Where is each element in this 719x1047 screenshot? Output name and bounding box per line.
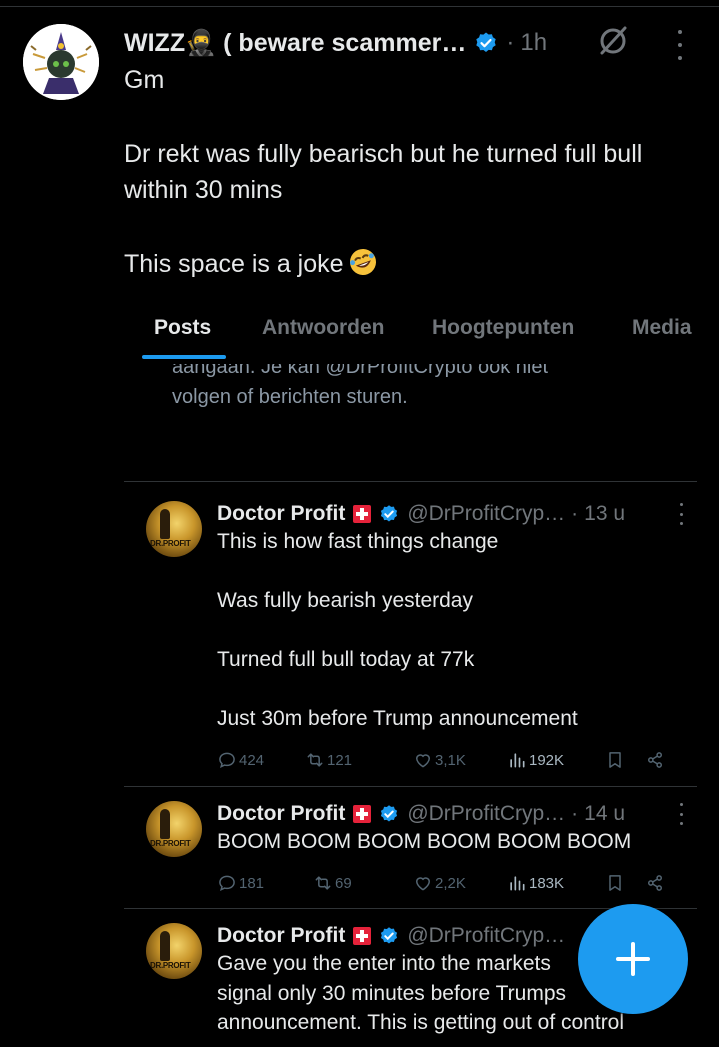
bookmark-button[interactable] bbox=[605, 873, 627, 893]
repost-icon bbox=[307, 753, 323, 767]
list-item[interactable]: DR.PROFIT Doctor Profit @DrProfitCryp… ·… bbox=[140, 499, 697, 779]
author-name[interactable]: Doctor Profit bbox=[217, 502, 345, 526]
reply-count: 181 bbox=[239, 874, 265, 892]
tweet-header: Doctor Profit @DrProfitCryp… · 14 u bbox=[217, 799, 697, 829]
repost-button[interactable]: 121 bbox=[305, 750, 352, 770]
bookmark-button[interactable] bbox=[605, 750, 627, 770]
verified-badge-icon bbox=[474, 31, 498, 55]
reply-button[interactable]: 181 bbox=[217, 873, 264, 893]
tweet-actions: 181 69 2,2K 183K bbox=[217, 870, 697, 896]
author-name[interactable]: WIZZ🥷 ( beware scammer… bbox=[124, 29, 466, 58]
share-icon bbox=[648, 752, 662, 768]
heart-icon bbox=[415, 754, 431, 768]
tweet-header: Doctor Profit @DrProfitCryp… · 13 u bbox=[217, 499, 697, 529]
share-button[interactable] bbox=[645, 873, 667, 893]
author-handle[interactable]: @DrProfitCryp… bbox=[407, 924, 565, 948]
notice-line-2: volgen of berichten sturen. bbox=[172, 386, 408, 408]
avatar[interactable] bbox=[23, 24, 99, 100]
grok-icon[interactable] bbox=[596, 24, 630, 58]
author-handle[interactable]: @DrProfitCryp… bbox=[407, 502, 565, 526]
tweet-text: BOOM BOOM BOOM BOOM BOOM BOOM bbox=[217, 827, 687, 857]
like-count: 2,2K bbox=[435, 874, 466, 892]
heart-icon bbox=[415, 877, 431, 891]
avatar[interactable]: DR.PROFIT bbox=[146, 923, 202, 979]
post-time[interactable]: 13 u bbox=[584, 502, 625, 526]
post-time[interactable]: 1h bbox=[520, 29, 547, 57]
time-separator: · bbox=[571, 502, 579, 525]
author-name[interactable]: Doctor Profit bbox=[217, 924, 345, 948]
views-button[interactable]: 183K bbox=[507, 873, 564, 893]
views-chart-icon bbox=[510, 876, 525, 891]
divider bbox=[124, 786, 697, 787]
reply-button[interactable]: 424 bbox=[217, 750, 264, 770]
like-button[interactable]: 3,1K bbox=[413, 750, 466, 770]
tweet-actions: 424 121 3,1K 192K bbox=[217, 747, 697, 773]
notice-clip: aangaan. Je kan @DrProfitCrypto ook niet… bbox=[0, 364, 719, 444]
tweet-line: BOOM BOOM BOOM BOOM BOOM BOOM bbox=[217, 830, 632, 853]
tweet-line: This is how fast things change bbox=[217, 530, 499, 553]
reply-icon bbox=[219, 752, 235, 769]
tweet-line: Turned full bull today at 77k bbox=[217, 648, 475, 671]
more-options-icon[interactable] bbox=[671, 503, 691, 525]
tweet-line: Just 30m before Trump announcement bbox=[217, 707, 578, 730]
tab-highlights[interactable]: Hoogtepunten bbox=[432, 316, 574, 340]
tweet-line: announcement. This is getting out of con… bbox=[217, 1011, 625, 1034]
share-icon bbox=[648, 875, 662, 891]
time-separator: · bbox=[571, 802, 579, 825]
verified-badge-icon bbox=[379, 926, 399, 946]
repost-count: 69 bbox=[335, 874, 352, 892]
active-tab-indicator bbox=[142, 355, 226, 359]
rolling-laughing-emoji-icon bbox=[348, 247, 378, 277]
top-divider bbox=[0, 6, 719, 7]
views-count: 183K bbox=[529, 874, 565, 892]
post-time[interactable]: 14 u bbox=[584, 802, 625, 826]
bookmark-icon bbox=[609, 752, 621, 768]
notice-line-1: aangaan. Je kan @DrProfitCrypto ook niet bbox=[172, 364, 549, 378]
views-chart-icon bbox=[510, 753, 525, 768]
views-count: 192K bbox=[529, 751, 565, 769]
verified-badge-icon bbox=[379, 804, 399, 824]
repost-button[interactable]: 69 bbox=[313, 873, 352, 893]
swiss-flag-icon bbox=[353, 805, 372, 823]
bookmark-icon bbox=[609, 875, 621, 891]
tweet-line-3: This space is a joke bbox=[124, 246, 684, 282]
tab-posts[interactable]: Posts bbox=[154, 316, 211, 340]
tab-replies[interactable]: Antwoorden bbox=[262, 316, 384, 340]
avatar[interactable]: DR.PROFIT bbox=[146, 501, 202, 557]
reply-icon bbox=[219, 875, 235, 892]
like-count: 3,1K bbox=[435, 751, 466, 769]
repost-count: 121 bbox=[327, 751, 353, 769]
profile-tabs: Posts Antwoorden Hoogtepunten Media bbox=[0, 308, 719, 364]
author-name[interactable]: Doctor Profit bbox=[217, 802, 345, 826]
share-button[interactable] bbox=[645, 750, 667, 770]
tweet-text: Gm Dr rekt was fully bearisch but he tur… bbox=[124, 62, 684, 282]
list-item[interactable]: DR.PROFIT Doctor Profit @DrProfitCryp… ·… bbox=[140, 799, 697, 899]
like-button[interactable]: 2,2K bbox=[413, 873, 466, 893]
tweet-line-2: Dr rekt was fully bearisch but he turned… bbox=[124, 140, 643, 204]
more-options-icon[interactable] bbox=[671, 803, 691, 825]
swiss-flag-icon bbox=[353, 505, 372, 523]
divider bbox=[124, 481, 697, 482]
avatar[interactable]: DR.PROFIT bbox=[146, 801, 202, 857]
repost-icon bbox=[315, 876, 331, 890]
tab-media[interactable]: Media bbox=[632, 316, 692, 340]
tweet-line: Was fully bearish yesterday bbox=[217, 589, 473, 612]
time-separator: · bbox=[506, 29, 515, 56]
more-options-icon[interactable] bbox=[668, 30, 692, 60]
tweet-line-1: Gm bbox=[124, 66, 165, 94]
reply-count: 424 bbox=[239, 751, 265, 769]
tweet-text: This is how fast things change Was fully… bbox=[217, 527, 687, 734]
author-handle[interactable]: @DrProfitCryp… bbox=[407, 802, 565, 826]
block-notice: aangaan. Je kan @DrProfitCrypto ook niet… bbox=[172, 364, 692, 412]
compose-post-button[interactable] bbox=[578, 904, 688, 1014]
verified-badge-icon bbox=[379, 504, 399, 524]
views-button[interactable]: 192K bbox=[507, 750, 564, 770]
swiss-flag-icon bbox=[353, 927, 372, 945]
